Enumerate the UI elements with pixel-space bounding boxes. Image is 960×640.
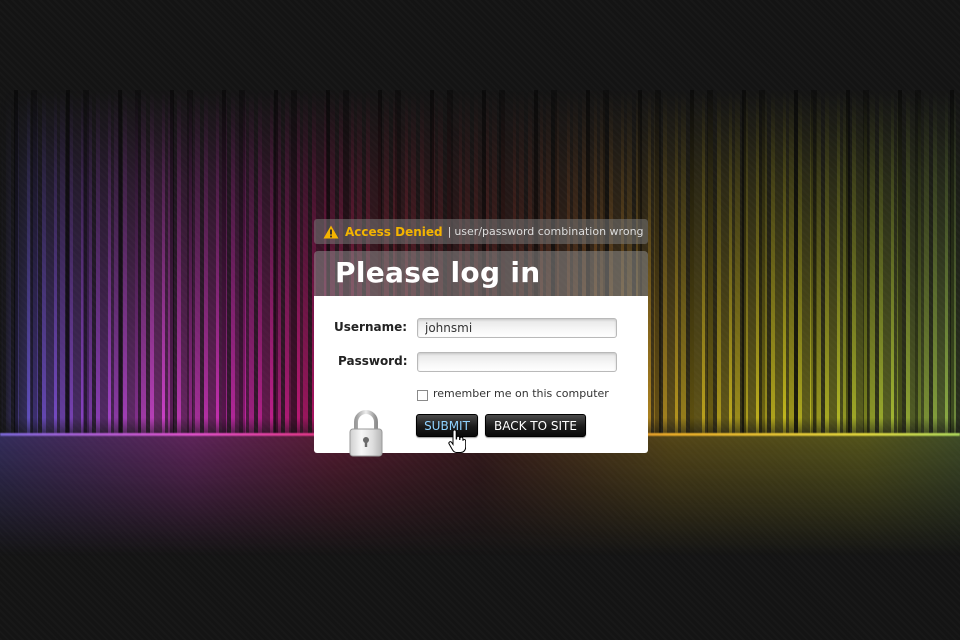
alert-separator: |: [447, 225, 452, 238]
access-denied-alert: Access Denied | user/password combinatio…: [314, 219, 648, 244]
username-input[interactable]: [417, 318, 617, 338]
warning-icon: [323, 225, 339, 239]
remember-me-checkbox[interactable]: [417, 390, 428, 401]
back-to-site-button[interactable]: BACK TO SITE: [485, 414, 586, 437]
alert-title: Access Denied: [345, 224, 443, 239]
username-label: Username:: [334, 320, 408, 334]
password-input[interactable]: [417, 352, 617, 372]
padlock-icon: [348, 410, 384, 460]
hand-pointer-icon: [448, 429, 467, 454]
background-reflection: [0, 436, 960, 556]
page-title: Please log in: [335, 256, 541, 289]
login-header: Please log in: [314, 251, 648, 297]
submit-button[interactable]: SUBMIT: [416, 414, 478, 437]
password-label: Password:: [338, 354, 408, 368]
alert-message: user/password combination wrong: [454, 225, 644, 238]
remember-me-label[interactable]: remember me on this computer: [433, 387, 609, 400]
